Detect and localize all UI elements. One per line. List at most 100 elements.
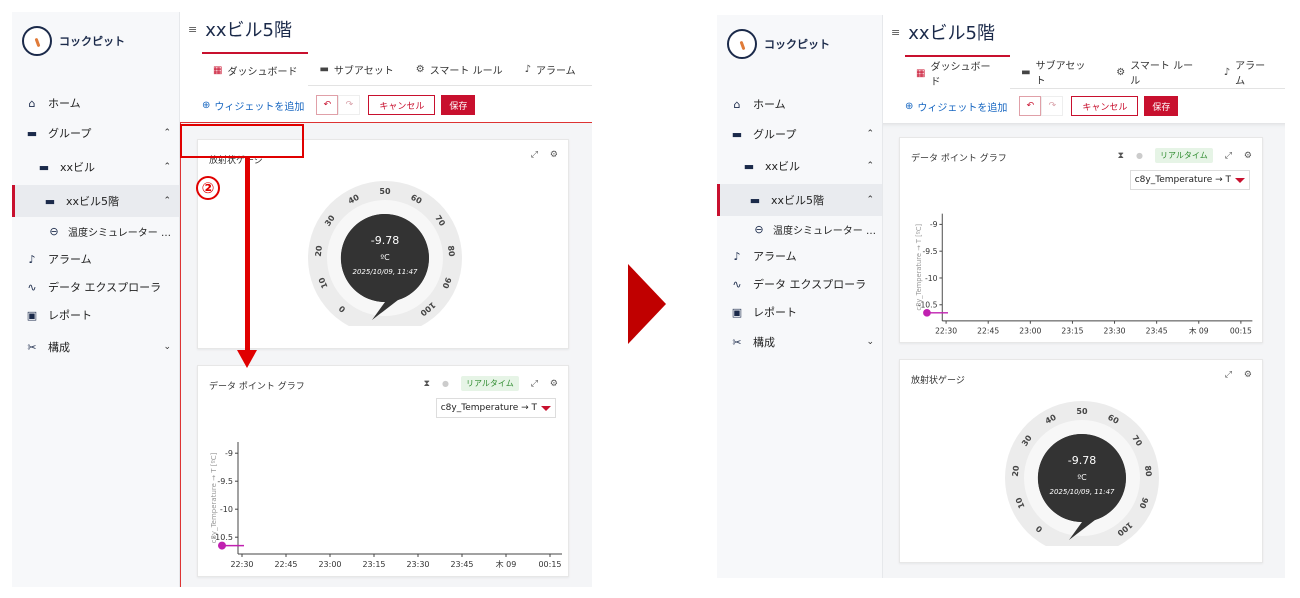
undo-button[interactable]: ↶ [1019,96,1042,116]
sidebar-item-temp-simulator[interactable]: ⊖ 温度シミュレーター … [717,215,882,243]
menu-toggle-icon[interactable]: ≡ [188,23,197,36]
dashboard-canvas: データ ポイント グラフ ⧗ ● リアルタイム ⤢ ⚙ c8y_Temperat… [883,123,1285,578]
sidebar-item-config[interactable]: ✂ 構成 ⌄ [12,333,179,361]
sidebar-item-data-explorer[interactable]: ∿ データ エクスプローラ [717,270,882,298]
tab-alarms[interactable]: ♪ アラーム [514,52,587,86]
gear-icon[interactable]: ⚙ [1244,151,1252,161]
app-logo[interactable]: コックピット [727,29,830,59]
bell-icon: ♪ [28,252,36,266]
expand-icon[interactable]: ⤢ [531,379,538,389]
datapoint-graph-widget[interactable]: データ ポイント グラフ ⧗ ● リアルタイム ⤢ ⚙ c8y_Temperat… [197,365,569,577]
sidebar-item-xx-building[interactable]: ▬ xxビル ⌃ [12,153,179,181]
chevron-down-icon[interactable]: ⌄ [163,342,171,352]
tab-subassets[interactable]: ▬ サブアセット [1010,55,1105,89]
expand-icon[interactable]: ⤢ [531,150,538,160]
redo-button[interactable]: ↷ [338,95,361,115]
sidebar-item-group[interactable]: ▬ グループ ⌃ [717,120,882,148]
hourglass-icon[interactable]: ⧗ [424,379,430,389]
chevron-up-icon[interactable]: ⌃ [163,196,171,206]
realtime-badge[interactable]: リアルタイム [460,376,519,391]
tab-label: スマート ルール [429,65,503,77]
expand-icon[interactable]: ⤢ [1225,370,1232,380]
status-dot-icon: ● [441,379,449,388]
sidebar-item-xx-building-5f[interactable]: ▬ xxビル5階 ⌃ [12,185,179,217]
datapoint-select[interactable]: c8y_Temperature → T [435,398,556,418]
datapoint-graph-widget[interactable]: データ ポイント グラフ ⧗ ● リアルタイム ⤢ ⚙ c8y_Temperat… [899,137,1263,343]
redo-button[interactable]: ↷ [1041,96,1064,116]
cancel-button[interactable]: キャンセル [1071,96,1139,116]
caret-down-icon [1235,177,1245,183]
sidebar-item-label: xxビル5階 [771,194,825,207]
widget-actions: ⧗ ● リアルタイム ⤢ ⚙ [1106,148,1252,163]
menu-toggle-icon[interactable]: ≡ [891,26,900,39]
sidebar-item-xx-building[interactable]: ▬ xxビル ⌃ [717,152,882,180]
gauge-timestamp: 2025/10/09, 11:47 [353,268,419,276]
datapoint-select[interactable]: c8y_Temperature → T [1129,170,1250,190]
x-tick-label: 木 09 [496,559,517,569]
caret-down-icon [541,405,551,411]
sidebar-item-group[interactable]: ▬ グループ ⌃ [12,119,179,147]
chevron-up-icon[interactable]: ⌃ [866,195,874,205]
gauge-widget[interactable]: 放射状ゲージ ⤢ ⚙ 0 10 20 30 40 50 60 70 80 90 100 -9.78 … [899,359,1263,563]
sidebar-item-home[interactable]: ⌂ ホーム [717,90,882,118]
main-area: ≡ xxビル5階 ▦ ダッシュボード ▬ サブアセット ⚙ スマート ルール ♪ アラー… [180,12,592,587]
sidebar-item-label: 温度シミュレーター … [68,227,171,239]
undo-icon: ↶ [1026,101,1035,111]
tab-subassets[interactable]: ▬ サブアセット [308,52,404,86]
gauge-scale-label: 20 [314,245,324,257]
folder-icon: ▬ [731,127,743,141]
gauge-scale-label: 80 [446,245,456,257]
save-button[interactable]: 保存 [1144,96,1179,116]
chevron-down-icon[interactable]: ⌄ [866,337,874,347]
sidebar-item-label: xxビル [60,161,96,174]
sidebar-item-home[interactable]: ⌂ ホーム [12,89,179,117]
widget-actions: ⤢ ⚙ [519,150,558,160]
chevron-up-icon[interactable]: ⌃ [866,129,874,139]
y-tick-label: -10 [925,274,938,283]
expand-icon[interactable]: ⤢ [1225,151,1232,161]
x-tick-label: 23:45 [450,560,473,569]
folder-icon: ▬ [743,159,755,173]
tab-smart-rules[interactable]: ⚙ スマート ルール [1105,55,1212,89]
gear-icon[interactable]: ⚙ [550,150,558,160]
chevron-up-icon[interactable]: ⌃ [163,128,171,138]
sidebar-item-temp-simulator[interactable]: ⊖ 温度シミュレーター … [12,217,179,245]
gear-icon[interactable]: ⚙ [550,379,558,389]
x-tick-label: 00:15 [1230,326,1252,335]
save-button[interactable]: 保存 [441,95,476,115]
sidebar-item-data-explorer[interactable]: ∿ データ エクスプローラ [12,273,179,301]
sidebar-item-label: ホーム [48,97,81,110]
sidebar-item-xx-building-5f[interactable]: ▬ xxビル5階 ⌃ [717,184,882,216]
config-icon: ✂ [732,335,742,349]
sidebar-item-alarm[interactable]: ♪ アラーム [12,245,179,273]
add-widget-button[interactable]: ⊕ ウィジェットを追加 [905,99,1007,114]
sidebar-item-alarm[interactable]: ♪ アラーム [717,242,882,270]
gear-icon[interactable]: ⚙ [1244,370,1252,380]
sidebar-item-config[interactable]: ✂ 構成 ⌄ [717,328,882,356]
tab-label: ダッシュボード [227,66,298,78]
add-widget-label: ウィジェットを追加 [214,101,305,113]
sidebar-item-report[interactable]: ▣ レポート [12,301,179,329]
tab-dashboard[interactable]: ▦ ダッシュボード [905,55,1011,89]
tab-smart-rules[interactable]: ⚙ スマート ルール [405,52,514,86]
sidebar-item-label: ホーム [753,98,786,111]
app-logo[interactable]: コックピット [22,26,125,56]
hourglass-icon[interactable]: ⧗ [1118,151,1124,161]
gears-icon: ⚙ [415,63,425,75]
tab-dashboard[interactable]: ▦ ダッシュボード [202,52,309,86]
undo-button[interactable]: ↶ [316,95,339,115]
tab-alarms[interactable]: ♪ アラーム [1213,55,1285,89]
realtime-badge[interactable]: リアルタイム [1154,148,1213,163]
gauge-scale-label: 50 [1076,407,1088,416]
chevron-up-icon[interactable]: ⌃ [866,161,874,171]
tab-label: ダッシュボード [930,62,991,88]
gauge-scale-label: 80 [1143,465,1153,477]
sidebar-item-report[interactable]: ▣ レポート [717,298,882,326]
add-widget-button[interactable]: ⊕ ウィジェットを追加 [202,98,304,113]
chevron-up-icon[interactable]: ⌃ [163,162,171,172]
config-icon: ✂ [27,340,37,354]
x-tick-label: 23:00 [318,560,341,569]
sidebar-item-label: アラーム [48,253,92,266]
gauge-widget[interactable]: 放射状ゲージ ⤢ ⚙ 0 10 20 30 40 50 60 70 80 90 100 -9.78 … [197,139,569,349]
cancel-button[interactable]: キャンセル [368,95,436,115]
